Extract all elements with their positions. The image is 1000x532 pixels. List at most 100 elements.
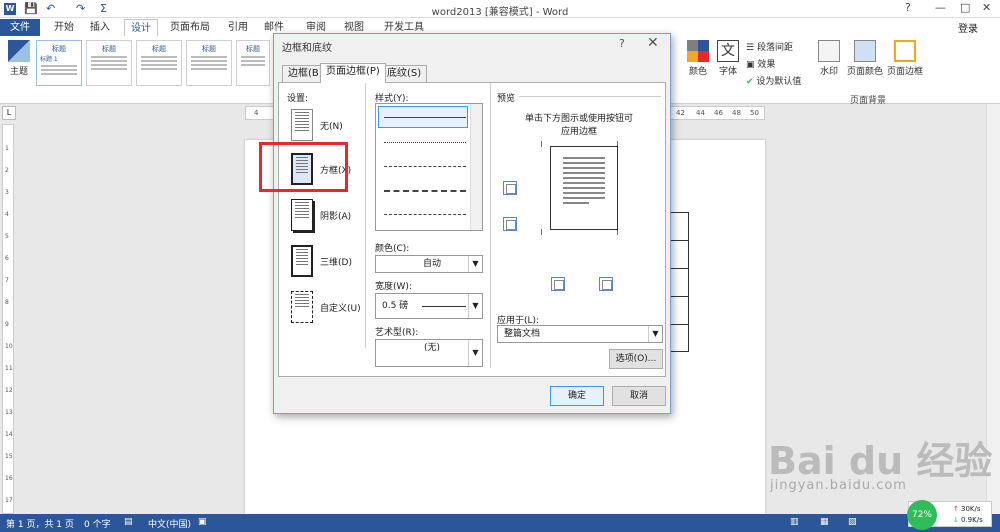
tab-stop-selector[interactable]: L — [2, 106, 16, 120]
tab-references[interactable]: 引用 — [222, 19, 254, 36]
page-border-icon — [894, 40, 916, 62]
style-swatch[interactable]: 标题 标题 1 — [36, 40, 82, 86]
undo-icon[interactable]: ↶ — [46, 2, 55, 15]
group-label-page-background: 页面背景 — [850, 96, 887, 106]
watermark-button[interactable]: 水印 — [816, 40, 842, 77]
tab-page-border[interactable]: 页面边框(P) — [320, 63, 386, 83]
close-button[interactable]: ✕ — [982, 1, 991, 14]
style-list-scrollbar[interactable] — [470, 104, 482, 230]
status-page[interactable]: 第 1 页，共 1 页 — [6, 517, 74, 530]
page-color-button[interactable]: 页面颜色 — [846, 40, 884, 77]
read-mode-icon[interactable]: ▥ — [790, 517, 799, 527]
ruler-tick: 4 — [5, 211, 9, 218]
setting-3d-thumb — [291, 245, 313, 277]
themes-icon — [8, 40, 30, 62]
style-swatch[interactable]: 标题 — [136, 40, 182, 86]
setting-custom-label: 自定义(U) — [320, 304, 361, 314]
line-style-dashed[interactable] — [384, 166, 466, 167]
options-button[interactable]: 选项(O)... — [609, 349, 663, 369]
ruler-tick: 42 — [676, 109, 685, 117]
ruler-tick: 9 — [5, 321, 9, 328]
minimize-button[interactable]: — — [935, 1, 946, 14]
dialog-close-button[interactable]: ✕ — [647, 35, 659, 51]
ruler-tick: 1 — [5, 145, 9, 152]
effects-button[interactable]: ▣ 效果 — [746, 57, 775, 70]
save-icon[interactable]: 💾 — [24, 2, 38, 15]
line-style-dotted[interactable] — [384, 142, 466, 143]
style-swatch-title: 标题 — [202, 45, 216, 53]
redo-icon[interactable]: ↷ — [76, 2, 85, 15]
paragraph-spacing-label: 段落间距 — [756, 43, 793, 53]
proofing-icon[interactable]: ▤ — [124, 517, 133, 527]
ruler-tick: 6 — [5, 255, 9, 262]
settings-label: 设置: — [287, 94, 309, 104]
ruler-tick: 15 — [5, 453, 13, 460]
right-border-button[interactable] — [599, 277, 613, 291]
tab-home[interactable]: 开始 — [48, 19, 80, 36]
line-style-solid[interactable] — [384, 117, 466, 118]
tab-design[interactable]: 设计 — [124, 19, 158, 36]
setting-none-label: 无(N) — [320, 122, 343, 132]
color-select[interactable]: 自动 ▼ — [375, 255, 483, 273]
help-button[interactable]: ? — [905, 1, 911, 14]
line-style-long-dash[interactable] — [384, 190, 466, 192]
setting-shadow-thumb — [291, 199, 313, 231]
dialog-help-button[interactable]: ? — [619, 37, 625, 50]
left-border-button[interactable] — [551, 277, 565, 291]
restore-button[interactable]: □ — [960, 1, 970, 14]
paragraph-spacing-icon: ☰ — [746, 43, 757, 53]
upload-speed: 30K/s — [961, 505, 981, 513]
sigma-icon[interactable]: Σ — [100, 2, 107, 15]
themes-label: 主题 — [9, 67, 28, 77]
ruler-tick: 5 — [5, 233, 9, 240]
line-style-list[interactable] — [375, 103, 483, 231]
setting-3d-label: 三维(D) — [320, 258, 352, 268]
divider — [365, 83, 366, 348]
page-border-button[interactable]: 页面边框 — [886, 40, 924, 77]
effects-label: 效果 — [757, 60, 776, 70]
ruler-tick: 7 — [5, 277, 9, 284]
apply-to-select[interactable]: 整篇文档 ▼ — [497, 325, 663, 343]
style-swatch[interactable]: 标题 — [86, 40, 132, 86]
ok-button[interactable]: 确定 — [550, 386, 604, 406]
apply-to-value: 整篇文档 — [504, 329, 541, 339]
status-language[interactable]: 中文(中国) — [148, 517, 191, 530]
paragraph-spacing-button[interactable]: ☰ 段落间距 — [746, 40, 793, 53]
width-select[interactable]: 0.5 磅 ▼ — [375, 293, 483, 319]
style-swatch-title: 标题 — [52, 45, 66, 53]
colors-label: 颜色 — [688, 67, 707, 77]
cancel-button[interactable]: 取消 — [612, 386, 666, 406]
ruler-tick: 11 — [5, 365, 13, 372]
fonts-icon: 文 — [717, 40, 739, 62]
top-border-button[interactable] — [503, 181, 517, 195]
style-swatch[interactable]: 标题 — [186, 40, 232, 86]
watermark-label: 水印 — [819, 67, 838, 77]
preview-page[interactable] — [550, 146, 618, 230]
line-style-dash-dot[interactable] — [384, 214, 466, 215]
tab-layout[interactable]: 页面布局 — [164, 19, 216, 36]
web-layout-icon[interactable]: ▧ — [848, 517, 857, 527]
vertical-ruler[interactable]: 1 2 3 4 5 6 7 8 9 10 11 12 13 14 15 16 1… — [2, 124, 14, 514]
tab-insert[interactable]: 插入 — [84, 19, 116, 36]
colors-button[interactable]: 颜色 — [684, 40, 712, 77]
bottom-border-button[interactable] — [503, 217, 517, 231]
dialog-title: 边框和底纹 — [282, 43, 332, 54]
macro-icon[interactable]: ▣ — [198, 517, 207, 527]
baidu-url: jingyan.baidu.com — [770, 478, 907, 493]
fonts-button[interactable]: 文 字体 — [714, 40, 742, 77]
chevron-down-icon: ▼ — [648, 326, 662, 342]
themes-button[interactable]: 主题 — [4, 40, 34, 77]
tab-shading[interactable]: 底纹(S) — [381, 65, 428, 82]
preview-label: 预览 — [497, 94, 516, 104]
login-link[interactable]: 登录 — [958, 20, 978, 35]
art-select[interactable]: (无) ▼ — [375, 339, 483, 367]
highlight-box — [259, 142, 348, 192]
print-layout-icon[interactable]: ▦ — [820, 517, 829, 527]
chevron-down-icon: ▼ — [468, 294, 482, 318]
style-swatch[interactable]: 标题 — [236, 40, 270, 86]
tab-file[interactable]: 文件 — [0, 19, 40, 36]
set-default-button[interactable]: ✔ 设为默认值 — [746, 74, 801, 87]
chevron-down-icon: ▼ — [468, 256, 482, 272]
status-words[interactable]: 0 个字 — [84, 517, 111, 530]
width-label: 宽度(W): — [375, 282, 412, 292]
